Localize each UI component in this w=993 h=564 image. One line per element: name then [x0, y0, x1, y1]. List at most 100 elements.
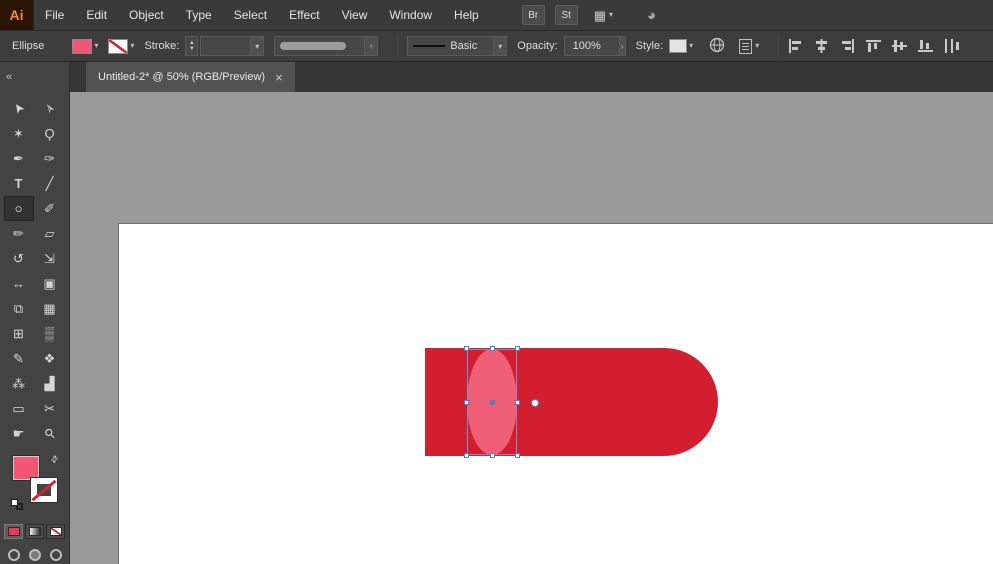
- default-fill-stroke-icon[interactable]: [10, 499, 23, 510]
- vertical-align-bottom-icon[interactable]: [918, 39, 934, 53]
- tool-line-segment[interactable]: ╱: [35, 171, 65, 196]
- selection-handle-middle-right[interactable]: [515, 400, 520, 405]
- tool-column-graph[interactable]: ▟: [35, 371, 65, 396]
- chevron-down-icon: ▾: [250, 37, 264, 55]
- stroke-style-combo[interactable]: Basic ▾: [407, 36, 508, 56]
- direct-selection-tool-icon: ➢: [40, 99, 59, 118]
- menu-object[interactable]: Object: [118, 0, 175, 30]
- close-tab-icon[interactable]: ×: [275, 71, 283, 84]
- draw-inside-icon[interactable]: [49, 549, 62, 561]
- stroke-weight-combo[interactable]: ▾: [200, 36, 265, 56]
- color-button[interactable]: [4, 524, 23, 539]
- tool-eraser[interactable]: ▱: [35, 221, 65, 246]
- graphic-style-picker[interactable]: ▾: [669, 39, 693, 53]
- canvas-area[interactable]: [70, 92, 993, 564]
- tool-eyedropper[interactable]: ✎: [4, 346, 34, 371]
- shape-builder-tool-icon: ⧉: [13, 301, 24, 316]
- tab-row: « Untitled-2* @ 50% (RGB/Preview) ×: [0, 62, 993, 92]
- menu-effect[interactable]: Effect: [278, 0, 330, 30]
- sync-icon[interactable]: ◕: [647, 8, 656, 23]
- tool-mesh[interactable]: ⊞: [4, 321, 34, 346]
- tool-blend[interactable]: ❖: [35, 346, 65, 371]
- tool-artboard[interactable]: ▭: [4, 396, 34, 421]
- tool-zoom[interactable]: ⚲: [35, 421, 65, 446]
- stroke-color-picker[interactable]: ▾: [108, 38, 134, 54]
- opacity-field[interactable]: ›: [563, 36, 626, 56]
- tool-slice[interactable]: ✂: [35, 396, 65, 421]
- tool-free-transform[interactable]: ▣: [35, 271, 65, 296]
- collapse-panel-icon[interactable]: «: [6, 71, 12, 83]
- tool-paintbrush[interactable]: ✐: [35, 196, 65, 221]
- blend-tool-icon: ❖: [43, 351, 56, 366]
- tool-gradient[interactable]: ▒: [35, 321, 65, 346]
- menu-view[interactable]: View: [331, 0, 379, 30]
- brush-definition-combo[interactable]: ▾: [274, 36, 379, 56]
- selection-handle-bottom-left[interactable]: [464, 453, 469, 458]
- swap-fill-stroke-icon[interactable]: ⇄: [48, 453, 61, 466]
- selection-handle-bottom-center[interactable]: [490, 453, 495, 458]
- default-fill-mini: [10, 499, 18, 506]
- selection-handle-top-center[interactable]: [490, 346, 495, 351]
- tool-lasso[interactable]: Ϙ: [35, 121, 65, 146]
- menu-help[interactable]: Help: [443, 0, 490, 30]
- tool-hand[interactable]: ☛: [4, 421, 34, 446]
- menu-type[interactable]: Type: [175, 0, 223, 30]
- width-tool-icon: ↔: [12, 276, 25, 291]
- horizontal-align-center-icon[interactable]: [814, 39, 829, 53]
- app-logo[interactable]: Ai: [0, 0, 34, 30]
- distribute-icon[interactable]: [944, 39, 960, 53]
- tool-perspective-grid[interactable]: ▦: [35, 296, 65, 321]
- paintbrush-tool-icon: ✐: [44, 201, 55, 216]
- stroke-weight-stepper[interactable]: ▲ ▼: [185, 36, 199, 56]
- workspace-switcher[interactable]: ▦ ▾: [594, 9, 613, 22]
- shape-side-anchor-widget[interactable]: [531, 399, 539, 407]
- gradient-button[interactable]: [25, 524, 44, 539]
- gradient-tool-icon: ▒: [44, 326, 55, 341]
- tool-symbol-sprayer[interactable]: ⁂: [4, 371, 34, 396]
- fill-color-picker[interactable]: ▾: [72, 38, 98, 54]
- tool-curvature[interactable]: ✑: [35, 146, 65, 171]
- horizontal-align-right-icon[interactable]: [840, 39, 855, 53]
- selection-handle-top-left[interactable]: [464, 346, 469, 351]
- tool-selection[interactable]: ➤: [4, 96, 34, 121]
- tool-magic-wand[interactable]: ✶: [4, 121, 34, 146]
- tool-rotate[interactable]: ↺: [4, 246, 34, 271]
- chevron-down-icon: ▾: [689, 41, 694, 50]
- selection-handle-middle-left[interactable]: [464, 400, 469, 405]
- selection-handle-bottom-right[interactable]: [515, 453, 520, 458]
- menu-window[interactable]: Window: [378, 0, 443, 30]
- gradient-swatch-icon: [28, 527, 41, 536]
- stock-button[interactable]: St: [554, 5, 578, 25]
- tool-direct-selection[interactable]: ➢: [35, 96, 65, 121]
- stroke-none-swatch-icon: [108, 38, 129, 54]
- tool-type[interactable]: T: [4, 171, 34, 196]
- rotate-tool-icon: ↺: [13, 251, 24, 266]
- selection-center-point[interactable]: [490, 400, 495, 405]
- tool-pencil[interactable]: ✏: [4, 221, 34, 246]
- tool-ellipse[interactable]: ○: [3, 196, 34, 221]
- menu-file[interactable]: File: [34, 0, 75, 30]
- tool-scale[interactable]: ⇲: [35, 246, 65, 271]
- vertical-align-middle-icon[interactable]: [892, 39, 908, 53]
- draw-normal-icon[interactable]: [7, 549, 20, 561]
- bridge-button[interactable]: Br: [521, 5, 545, 25]
- menu-select[interactable]: Select: [223, 0, 278, 30]
- fill-swatch-icon: [72, 38, 93, 54]
- tool-width[interactable]: ↔: [4, 271, 34, 296]
- recolor-artwork-globe-icon[interactable]: [709, 37, 725, 56]
- fill-color-indicator[interactable]: [11, 455, 40, 481]
- tool-shape-builder[interactable]: ⧉: [4, 296, 34, 321]
- stepper-down-icon: ▼: [188, 46, 195, 52]
- none-button[interactable]: [46, 524, 65, 539]
- stroke-color-indicator[interactable]: [29, 477, 58, 503]
- tool-pen[interactable]: ✒: [4, 146, 34, 171]
- document-tab[interactable]: Untitled-2* @ 50% (RGB/Preview) ×: [86, 62, 295, 92]
- document-setup-menu[interactable]: ▾: [739, 38, 759, 54]
- selection-handle-top-right[interactable]: [515, 346, 520, 351]
- vertical-align-top-icon[interactable]: [866, 39, 882, 53]
- opacity-input[interactable]: [569, 37, 614, 55]
- draw-behind-icon[interactable]: [28, 549, 41, 561]
- menu-edit[interactable]: Edit: [75, 0, 118, 30]
- zoom-tool-icon: ⚲: [40, 424, 59, 443]
- horizontal-align-left-icon[interactable]: [788, 39, 803, 53]
